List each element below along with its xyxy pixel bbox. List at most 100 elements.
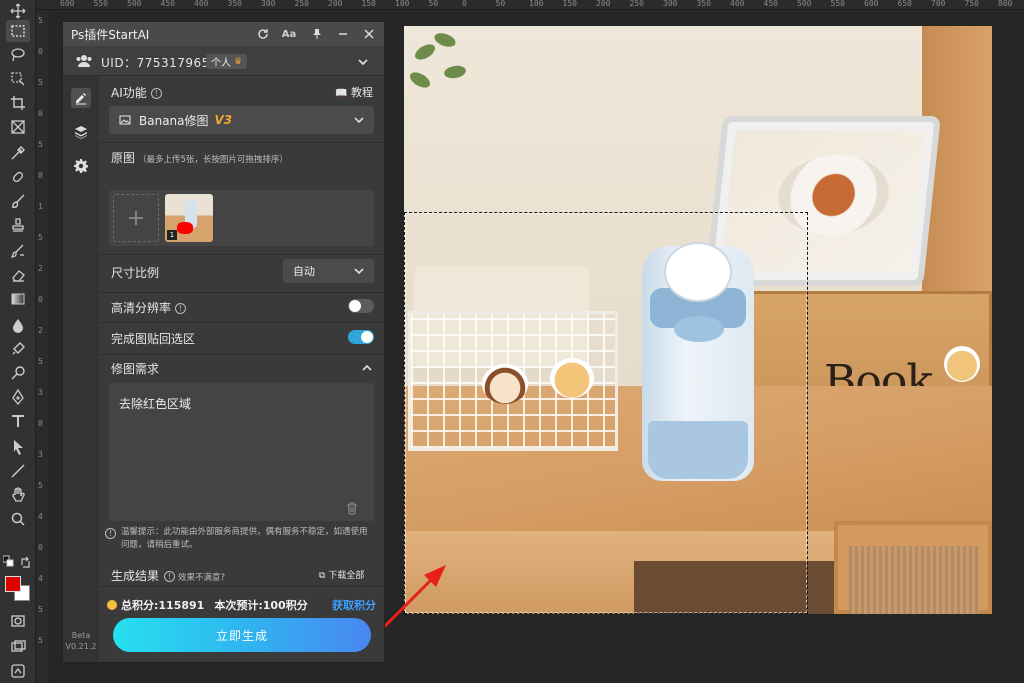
ruler-tick-label: 3	[38, 388, 43, 397]
eraser-tool-icon[interactable]	[6, 264, 30, 286]
requirement-label: 修图需求	[111, 362, 160, 376]
model-select-value: Banana修图	[139, 113, 209, 128]
tutorial-link[interactable]: 📖 教程	[335, 84, 373, 100]
refresh-icon[interactable]	[255, 26, 271, 42]
healing-brush-icon[interactable]	[6, 166, 30, 188]
pin-icon[interactable]	[309, 26, 325, 42]
book-icon: 📖	[335, 88, 348, 99]
pen-tool-icon[interactable]	[6, 386, 30, 408]
dodge-tool-icon[interactable]	[6, 362, 30, 384]
ruler-tick-label: 0	[38, 295, 43, 304]
uid-text: UID：775317965	[101, 56, 210, 70]
font-size-icon[interactable]: Aa	[281, 26, 297, 42]
ruler-tick-label: 0	[38, 47, 43, 56]
chevron-up-icon[interactable]	[361, 362, 373, 374]
ruler-tick-label: 700	[931, 0, 946, 8]
plan-badge: 个人 ♛	[206, 54, 248, 69]
thumbnail-index: 1	[167, 230, 177, 240]
trash-icon[interactable]	[346, 502, 358, 515]
screen-mode-icon[interactable]	[6, 636, 30, 658]
gradient-tool-icon[interactable]	[6, 288, 30, 310]
ruler-tick-label: 100	[395, 0, 410, 8]
path-select-icon[interactable]	[6, 436, 30, 458]
quick-mask-icon[interactable]	[6, 610, 30, 632]
generative-fill-icon[interactable]	[6, 660, 30, 682]
model-version-badge: V3	[214, 113, 233, 127]
type-tool-icon[interactable]	[6, 410, 30, 432]
notice-text: ! 温馨提示：此功能由外部服务商提供，偶有服务不稳定，如遇使用问题，请稍后重试。	[105, 526, 374, 552]
divider	[99, 354, 384, 355]
ruler-tick-label: 0	[38, 543, 43, 552]
ruler-tick-label: 600	[60, 0, 75, 8]
ruler-tick-label: 5	[38, 357, 43, 366]
close-icon[interactable]	[361, 26, 377, 42]
info-icon[interactable]: !	[164, 571, 176, 582]
photo-sticker	[550, 358, 594, 398]
photo-bottle-base	[648, 421, 748, 479]
ratio-select[interactable]: 自动	[283, 259, 374, 283]
ruler-tick-label: 500	[797, 0, 812, 8]
marquee-tool-icon[interactable]	[6, 20, 30, 42]
points-total: 总积分:115891	[121, 599, 205, 612]
uploaded-thumbnail[interactable]: 1	[165, 194, 213, 242]
panel-title: Ps插件StartAI	[71, 27, 150, 42]
minimize-icon[interactable]	[335, 26, 351, 42]
panel-title-bar[interactable]: Ps插件StartAI Aa	[63, 22, 384, 46]
get-points-link[interactable]: 获取积分	[332, 597, 376, 613]
foreground-color-swatch[interactable]	[5, 576, 21, 592]
ruler-tick-label: 350	[696, 0, 711, 8]
eyedropper-tool-icon[interactable]	[6, 142, 30, 164]
download-all-link[interactable]: ⧉ 下载全部	[319, 568, 364, 581]
hand-tool-icon[interactable]	[6, 484, 30, 506]
add-image-button[interactable]: +	[113, 194, 159, 242]
plugin-content: AI功能! 📖 教程 Banana修图 V3 原图 （最多上传5张，长按图片可拖拽…	[99, 76, 384, 606]
edit-icon[interactable]	[71, 88, 91, 108]
ruler-tick-label: 450	[160, 0, 175, 8]
ruler-tick-label: 150	[562, 0, 577, 8]
ruler-tick-label: 4	[38, 512, 43, 521]
smudge-tool-icon[interactable]	[6, 338, 30, 360]
ruler-tick-label: 4	[38, 574, 43, 583]
plugin-side-tabs	[63, 76, 99, 662]
ruler-tick-label: 5	[38, 78, 43, 87]
horizontal-ruler: 600 550 500 450 400 350 300 250 200 150 100 50 0 50 10…	[36, 0, 1024, 10]
swap-colors-icon[interactable]	[20, 556, 32, 568]
gear-icon[interactable]	[71, 156, 91, 176]
account-bar[interactable]: UID：775317965 个人 ♛	[63, 46, 384, 76]
layers-icon[interactable]	[71, 122, 91, 142]
ruler-tick-label: 0	[38, 109, 43, 118]
ruler-tick-label: 5	[38, 16, 43, 25]
object-select-tool-icon[interactable]	[6, 68, 30, 90]
ruler-tick-label: 150	[361, 0, 376, 8]
red-arrow-annotation	[376, 565, 446, 635]
blur-tool-icon[interactable]	[6, 314, 30, 336]
frame-tool-icon[interactable]	[6, 116, 30, 138]
generate-button[interactable]: 立即生成	[113, 618, 371, 652]
ruler-tick-label: 0	[38, 419, 43, 428]
crop-tool-icon[interactable]	[6, 92, 30, 114]
move-tool-icon[interactable]	[6, 0, 30, 22]
default-colors-icon[interactable]	[3, 555, 15, 568]
brush-tool-icon[interactable]	[6, 190, 30, 212]
ai-feature-label: AI功能!	[111, 84, 162, 101]
paste-back-toggle[interactable]	[348, 330, 374, 344]
canvas-image[interactable]: Book	[404, 26, 992, 614]
hd-toggle[interactable]	[348, 299, 374, 313]
lasso-tool-icon[interactable]	[6, 44, 30, 66]
ruler-tick-label: 50	[495, 0, 506, 8]
ruler-tick-label: 800	[998, 0, 1013, 8]
info-icon[interactable]: !	[150, 88, 162, 99]
ruler-tick-label: 400	[730, 0, 745, 8]
history-brush-icon[interactable]	[6, 240, 30, 262]
ruler-tick-label: 250	[294, 0, 309, 8]
prompt-textarea[interactable]: 去除红色区域	[109, 383, 374, 521]
line-tool-icon[interactable]	[6, 460, 30, 482]
chevron-down-icon[interactable]	[356, 55, 370, 69]
model-select[interactable]: Banana修图 V3	[109, 106, 374, 134]
points-summary: 总积分:115891 本次预计:100积分	[107, 597, 308, 613]
download-icon: ⧉	[319, 571, 326, 581]
info-icon[interactable]: !	[175, 303, 187, 314]
ruler-tick-label: 5	[38, 636, 43, 645]
zoom-tool-icon[interactable]	[6, 508, 30, 530]
stamp-tool-icon[interactable]	[6, 214, 30, 236]
